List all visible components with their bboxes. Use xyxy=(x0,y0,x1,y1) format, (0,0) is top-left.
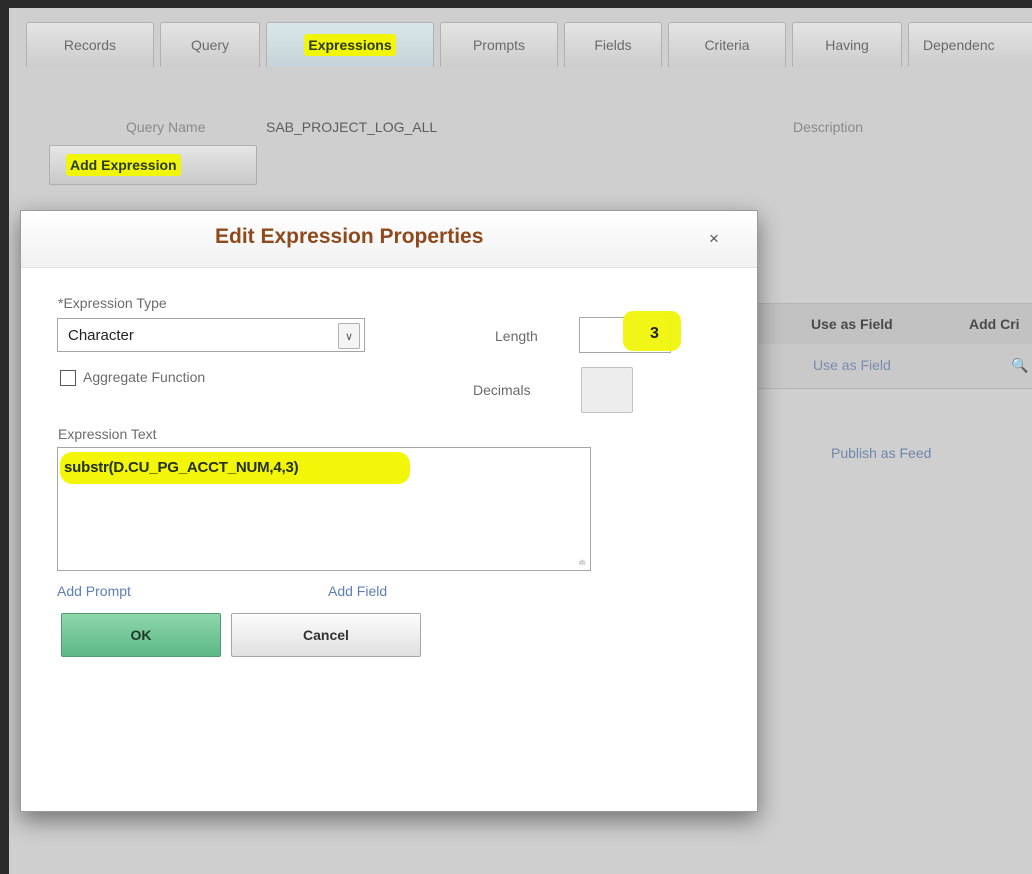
ok-label: OK xyxy=(130,627,152,643)
dialog-title: Edit Expression Properties xyxy=(215,225,484,248)
aggregate-function-label: Aggregate Function xyxy=(83,369,206,385)
tab-label: Records xyxy=(63,37,117,53)
expression-text-value: substr(D.CU_PG_ACCT_NUM,4,3) xyxy=(64,459,299,476)
tab-bar: Records Query Expressions Prompts Fields… xyxy=(9,8,1032,70)
tab-dependencies[interactable]: Dependenc xyxy=(908,22,1032,66)
aggregate-function-checkbox[interactable] xyxy=(60,370,76,386)
close-icon[interactable]: × xyxy=(709,229,719,249)
expression-type-select[interactable]: Character ∨ xyxy=(57,318,365,352)
grid-row: Use as Field 🔍 xyxy=(757,344,1032,389)
tab-label: Criteria xyxy=(704,37,750,53)
publish-as-feed-link[interactable]: Publish as Feed xyxy=(831,445,931,461)
col-add-criteria: Add Cri xyxy=(969,316,1020,332)
decimals-label: Decimals xyxy=(473,382,531,398)
add-prompt-link[interactable]: Add Prompt xyxy=(57,583,131,599)
expression-type-value: Character xyxy=(68,327,134,344)
tab-label: Dependenc xyxy=(923,36,995,53)
expression-text-label: Expression Text xyxy=(58,426,157,442)
description-label: Description xyxy=(793,119,864,135)
chevron-down-icon[interactable]: ∨ xyxy=(338,323,360,349)
ok-button[interactable]: OK xyxy=(61,613,221,657)
tab-records[interactable]: Records xyxy=(26,22,154,67)
tab-label: Prompts xyxy=(472,37,526,53)
length-label: Length xyxy=(495,328,538,344)
tab-label: Having xyxy=(825,37,869,53)
tab-expressions[interactable]: Expressions xyxy=(266,22,434,67)
tab-having[interactable]: Having xyxy=(792,22,902,67)
tab-label: Fields xyxy=(594,37,632,53)
cancel-button[interactable]: Cancel xyxy=(231,613,421,657)
length-value: 3 xyxy=(650,325,659,342)
tab-label: Expressions xyxy=(304,34,396,56)
tab-label: Query xyxy=(190,37,230,53)
criteria-search-icon[interactable]: 🔍 xyxy=(1011,357,1028,374)
col-use-as-field: Use as Field xyxy=(811,316,893,332)
query-name-value: SAB_PROJECT_LOG_ALL xyxy=(266,119,438,135)
add-field-link[interactable]: Add Field xyxy=(328,583,387,599)
query-name-label: Query Name xyxy=(126,119,206,135)
edit-expression-dialog: Edit Expression Properties × *Expression… xyxy=(20,210,758,812)
tab-fields[interactable]: Fields xyxy=(564,22,662,67)
cancel-label: Cancel xyxy=(303,627,349,643)
add-expression-label: Add Expression xyxy=(66,154,181,176)
app-window: Records Query Expressions Prompts Fields… xyxy=(9,8,1032,874)
grid-header: Use as Field Add Cri xyxy=(757,303,1032,344)
add-expression-button[interactable]: Add Expression xyxy=(49,145,257,185)
expression-type-label: *Expression Type xyxy=(58,295,167,311)
decimals-input[interactable] xyxy=(581,367,633,413)
dialog-title-bar: Edit Expression Properties × xyxy=(21,211,757,268)
use-as-field-link[interactable]: Use as Field xyxy=(813,357,891,373)
tab-query[interactable]: Query xyxy=(160,22,260,67)
tab-criteria[interactable]: Criteria xyxy=(668,22,786,67)
tab-prompts[interactable]: Prompts xyxy=(440,22,558,67)
resize-grip-icon[interactable]: ≐ xyxy=(578,558,586,569)
